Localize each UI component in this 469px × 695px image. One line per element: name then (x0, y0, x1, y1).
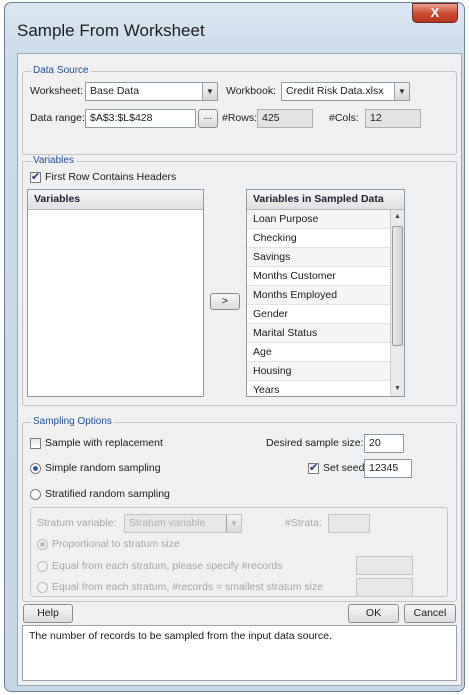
stratified-radio[interactable] (30, 489, 41, 500)
worksheet-value: Base Data (90, 85, 140, 97)
status-text: The number of records to be sampled from… (29, 630, 332, 642)
status-description: The number of records to be sampled from… (22, 625, 457, 681)
scroll-up-icon[interactable]: ▲ (391, 210, 404, 224)
replacement-label: Sample with replacement (45, 437, 163, 449)
stratified-subgroup: Stratum variable: Stratum variable ▼ #St… (30, 507, 448, 597)
list-item[interactable]: Loan Purpose (247, 210, 390, 229)
close-button[interactable]: X (412, 3, 458, 23)
list-item[interactable]: Marital Status (247, 324, 390, 343)
list-item[interactable]: Age (247, 343, 390, 362)
set-seed-label: Set seed (323, 462, 365, 474)
data-range-value: $A$3:$L$428 (90, 112, 153, 124)
data-range-input[interactable]: $A$3:$L$428 (85, 109, 196, 128)
replacement-checkbox[interactable] (30, 438, 41, 449)
strata-field (328, 514, 370, 533)
workbook-label: Workbook: (226, 85, 276, 97)
set-seed-checkbox[interactable] (308, 461, 319, 474)
variables-list-header: Variables (28, 190, 203, 210)
dialog-window: Sample From Worksheet X Data Source Work… (4, 2, 465, 692)
rows-value: 425 (262, 112, 280, 124)
stratum-variable-label: Stratum variable: (37, 517, 117, 529)
chevron-down-icon[interactable]: ▼ (226, 515, 241, 532)
sampling-options-group: Sampling Options Sample with replacement… (22, 416, 457, 602)
headers-checkbox[interactable] (30, 170, 41, 183)
worksheet-select[interactable]: Base Data ▼ (85, 82, 218, 101)
workbook-select[interactable]: Credit Risk Data.xlsx ▼ (281, 82, 410, 101)
equal-specify-input[interactable] (356, 556, 413, 575)
list-item[interactable]: Years (247, 381, 390, 396)
stratum-variable-select[interactable]: Stratum variable ▼ (124, 514, 242, 533)
chevron-down-icon[interactable]: ▼ (202, 83, 217, 100)
list-item[interactable]: Gender (247, 305, 390, 324)
proportional-radio[interactable] (37, 539, 48, 550)
chevron-down-icon[interactable]: ▼ (394, 83, 409, 100)
seed-value: 12345 (369, 462, 399, 474)
cancel-button[interactable]: Cancel (404, 604, 456, 623)
rows-field: 425 (257, 109, 313, 128)
rows-label: #Rows: (222, 112, 258, 124)
scroll-thumb[interactable] (392, 226, 403, 346)
desired-size-input[interactable]: 20 (364, 434, 404, 453)
list-item[interactable]: Months Customer (247, 267, 390, 286)
equal-smallest-radio[interactable] (37, 582, 48, 593)
scroll-down-icon[interactable]: ▼ (391, 382, 404, 396)
equal-smallest-label: Equal from each stratum, #records = smal… (52, 581, 324, 593)
headers-checkbox-label: First Row Contains Headers (45, 171, 177, 183)
cols-label: #Cols: (329, 112, 359, 124)
simple-random-label: Simple random sampling (45, 462, 161, 474)
sampled-list-header: Variables in Sampled Data (247, 190, 404, 210)
variables-legend: Variables (31, 155, 76, 166)
variables-group: Variables First Row Contains Headers Var… (22, 155, 457, 406)
data-source-group: Data Source Worksheet: Base Data ▼ Workb… (22, 65, 457, 155)
range-picker-button[interactable]: ... (198, 109, 218, 128)
list-item[interactable]: Savings (247, 248, 390, 267)
move-right-button[interactable]: > (210, 293, 240, 310)
workbook-value: Credit Risk Data.xlsx (286, 85, 384, 97)
window-title: Sample From Worksheet (17, 21, 205, 40)
list-scrollbar[interactable]: ▲ ▼ (390, 210, 404, 396)
list-item[interactable]: Housing (247, 362, 390, 381)
cols-value: 12 (370, 112, 382, 124)
strata-label: #Strata: (285, 517, 322, 529)
ok-button[interactable]: OK (348, 604, 399, 623)
dialog-body: Data Source Worksheet: Base Data ▼ Workb… (17, 53, 462, 686)
equal-smallest-field (356, 578, 413, 597)
seed-input[interactable]: 12345 (364, 459, 412, 478)
sampling-legend: Sampling Options (31, 416, 114, 427)
list-item[interactable]: Checking (247, 229, 390, 248)
sampled-variables-list[interactable]: Variables in Sampled Data Loan Purpose Ch… (246, 189, 405, 397)
help-button[interactable]: Help (23, 604, 73, 623)
variables-list[interactable]: Variables (27, 189, 204, 397)
equal-specify-label: Equal from each stratum, please specify … (52, 560, 283, 572)
stratum-variable-placeholder: Stratum variable (129, 517, 206, 529)
desired-size-label: Desired sample size: (266, 437, 364, 449)
equal-specify-radio[interactable] (37, 561, 48, 572)
list-item[interactable]: Months Employed (247, 286, 390, 305)
desired-size-value: 20 (369, 437, 381, 449)
data-range-label: Data range: (30, 112, 85, 124)
proportional-label: Proportional to stratum size (52, 538, 180, 550)
worksheet-label: Worksheet: (30, 85, 83, 97)
cols-field: 12 (365, 109, 421, 128)
stratified-label: Stratified random sampling (45, 488, 170, 500)
data-source-legend: Data Source (31, 65, 91, 76)
simple-random-radio[interactable] (30, 463, 41, 474)
